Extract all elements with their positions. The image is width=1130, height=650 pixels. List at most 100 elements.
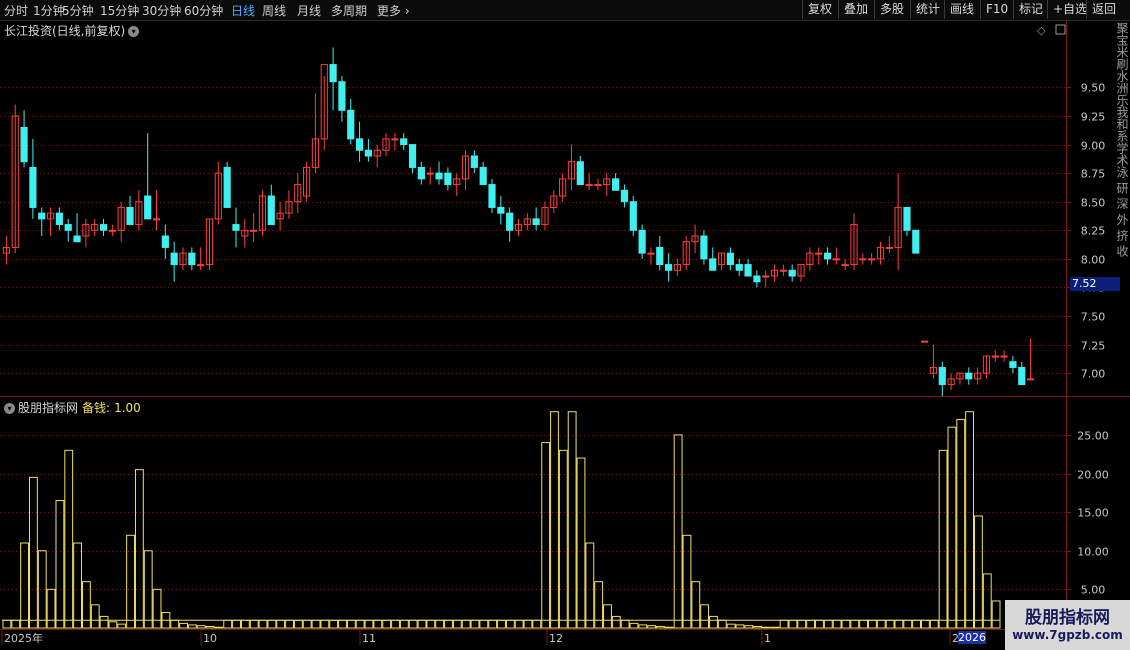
indicator-bar: [532, 619, 542, 629]
indicator-bar: [567, 411, 577, 629]
candle-body: [709, 258, 717, 271]
panel-toggle-icon: [1055, 24, 1066, 35]
indicator-bar: [170, 619, 180, 629]
indicator-bar: [638, 624, 648, 629]
candle-body: [823, 252, 832, 260]
indicator-bar: [576, 457, 586, 629]
candle-body: [832, 258, 840, 261]
candle-body: [991, 355, 999, 358]
indicator-bar: [744, 625, 754, 629]
watermark-line2: www.7gpzb.com: [1012, 628, 1123, 642]
indicator-bar: [382, 619, 392, 629]
indicator-bar: [859, 619, 869, 629]
candle-body: [532, 218, 540, 226]
candle-body: [444, 172, 452, 186]
candle-body: [903, 206, 911, 231]
candle-body: [400, 138, 408, 146]
indicator-bar: [974, 515, 983, 629]
indicator-bar: [832, 619, 842, 629]
candle-body: [38, 212, 46, 220]
y-tick-label: 10.00: [1077, 546, 1109, 559]
candle-body: [338, 81, 346, 111]
indicator-bar: [956, 418, 966, 629]
indicator-bar: [921, 619, 930, 629]
indicator-bar: [364, 619, 374, 629]
candle-body: [426, 172, 434, 175]
candle-body: [868, 258, 876, 261]
indicator-bar: [399, 619, 409, 629]
candle-body: [735, 264, 743, 271]
candle-body: [55, 212, 63, 226]
candle-body: [665, 264, 673, 271]
indicator-bar: [302, 619, 312, 629]
indicator-name: 股朋指标网: [18, 401, 79, 415]
indicator-bar: [20, 542, 29, 629]
y-tick-label: 8.50: [1081, 197, 1106, 210]
indicator-bar: [603, 604, 612, 629]
candle-body: [108, 229, 116, 232]
x-label-2026: 2026: [958, 631, 986, 644]
indicator-bar: [223, 619, 233, 629]
indicator-bar: [55, 500, 65, 629]
indicator-bar: [426, 619, 436, 629]
indicator-bar: [187, 624, 197, 629]
indicator-bar: [444, 619, 453, 629]
candle-body: [126, 206, 134, 226]
indicator-bar: [117, 623, 127, 629]
candle-body: [99, 224, 108, 231]
candle-body: [488, 184, 496, 208]
indicator-bar: [311, 619, 321, 629]
indicator-bar: [656, 625, 665, 629]
indicator-bar: [682, 534, 692, 629]
indicator-bar: [2, 619, 12, 629]
candle-body: [585, 184, 593, 187]
indicator-bar: [452, 619, 462, 629]
candle-body: [161, 235, 169, 248]
candle-body: [479, 166, 487, 186]
indicator-bar: [806, 619, 816, 629]
price-tag: 7.52: [1070, 277, 1120, 291]
indicator-bar: [947, 426, 957, 629]
indicator-bar: [293, 619, 303, 629]
candle-body: [417, 166, 425, 180]
indicator-bar: [126, 534, 135, 629]
indicator-bar: [876, 619, 886, 629]
candle-body: [1009, 361, 1017, 368]
candle-body: [29, 166, 37, 208]
candle-body: [170, 252, 178, 266]
indicator-bar: [329, 619, 339, 629]
candle-body: [435, 172, 443, 180]
y-tick-label: 25.00: [1077, 430, 1109, 443]
indicator-bar: [726, 623, 736, 629]
indicator-bar: [629, 622, 639, 629]
indicator-bar: [868, 619, 877, 629]
indicator-bar: [691, 581, 701, 629]
grid: [0, 21, 1130, 645]
chart-canvas[interactable]: 9.509.259.008.758.508.258.007.757.507.25…: [0, 0, 1130, 650]
candle-body: [885, 246, 893, 249]
candle-body: [912, 229, 920, 254]
indicator-bar: [46, 588, 56, 629]
y-tick-label: 8.75: [1081, 168, 1106, 181]
candle-body: [250, 229, 258, 232]
diamond-icon: ◇: [1037, 24, 1046, 37]
candle-body: [938, 366, 946, 386]
chevron-down-icon[interactable]: ▾: [4, 403, 15, 414]
indicator-bar: [647, 625, 657, 629]
candle-body: [620, 189, 629, 203]
indicator-bar: [779, 619, 789, 629]
indicator-bar: [391, 619, 400, 629]
candle-body: [355, 138, 364, 151]
candle-body: [744, 264, 752, 277]
indicator-bar: [205, 625, 215, 629]
candle-body: [841, 264, 849, 267]
x-tick-label: 1: [764, 632, 771, 645]
y-tick-label: 9.50: [1081, 82, 1106, 95]
indicator-bar: [938, 449, 948, 629]
indicator-bar: [673, 434, 683, 629]
candle-body: [647, 252, 655, 255]
candle-body: [1026, 378, 1035, 381]
y-tick-label: 5.00: [1081, 584, 1106, 597]
indicator-bar: [823, 619, 833, 629]
indicator-bar: [28, 476, 38, 629]
